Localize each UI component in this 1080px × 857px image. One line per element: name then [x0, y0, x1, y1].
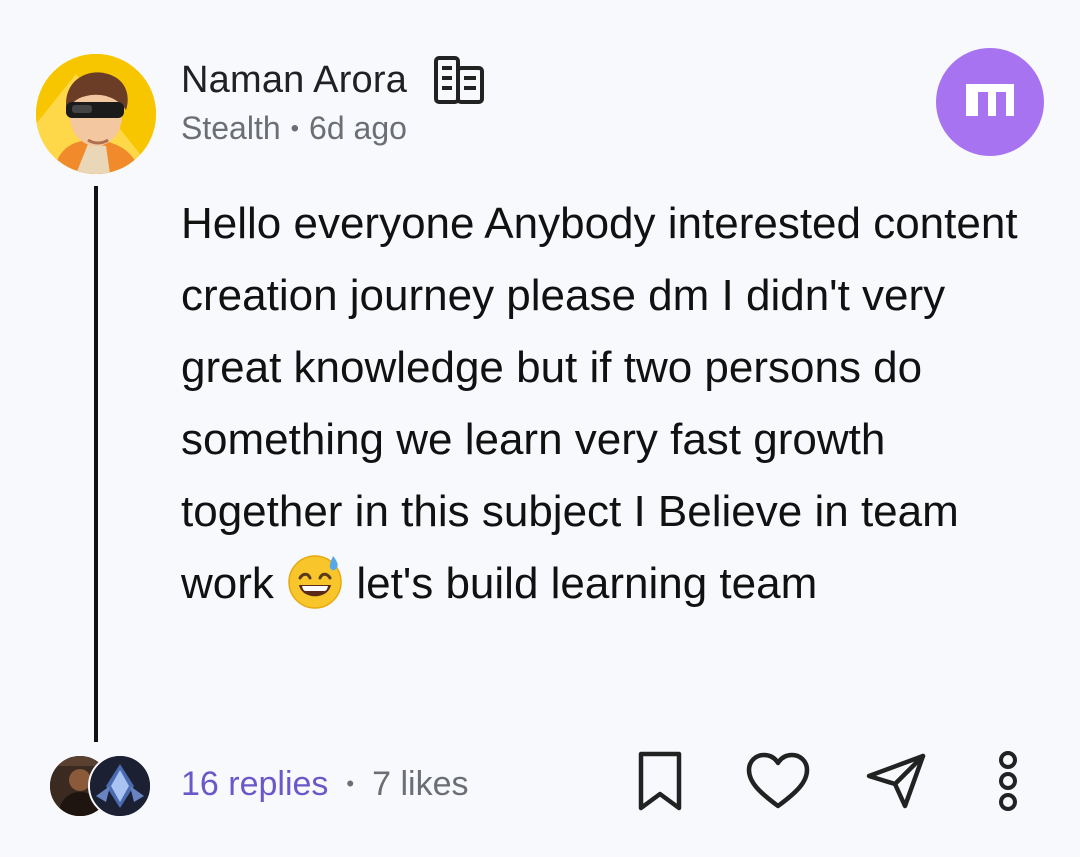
meta-separator: •	[290, 114, 300, 142]
post-stats: 16 replies • 7 likes	[181, 760, 469, 808]
author-avatar[interactable]	[36, 54, 156, 174]
reply-avatars[interactable]	[48, 754, 152, 818]
send-icon	[865, 752, 927, 815]
likes-count[interactable]: 7 likes	[372, 765, 468, 804]
more-vertical-icon	[993, 750, 1023, 817]
heart-icon	[745, 752, 811, 815]
building-icon	[433, 55, 485, 105]
reply-avatar	[88, 754, 152, 818]
bookmark-icon	[633, 750, 687, 817]
like-button[interactable]	[746, 750, 810, 816]
community-logo-badge[interactable]	[936, 48, 1044, 156]
stats-separator: •	[346, 771, 355, 796]
author-name[interactable]: Naman Arora	[181, 59, 407, 102]
author-company[interactable]: Stealth	[181, 110, 281, 147]
post-time: 6d ago	[309, 110, 407, 146]
post-meta: Stealth • 6d ago	[181, 110, 407, 147]
sweat-smile-emoji	[286, 552, 344, 610]
community-post: Naman Arora Stealth • 6d ago Hello every…	[0, 0, 1080, 857]
bookmark-button[interactable]	[628, 750, 692, 816]
replies-link[interactable]: 16 replies	[181, 765, 328, 804]
thread-line	[94, 186, 98, 742]
post-body: Hello everyone Anybody interested conten…	[181, 188, 1021, 620]
author-header: Naman Arora	[181, 54, 485, 106]
share-button[interactable]	[864, 750, 928, 816]
post-text-part-2: let's build learning team	[344, 559, 818, 608]
more-options-button[interactable]	[976, 750, 1040, 816]
post-text-part-1: Hello everyone Anybody interested conten…	[181, 199, 1018, 608]
community-logo-icon	[962, 80, 1018, 125]
